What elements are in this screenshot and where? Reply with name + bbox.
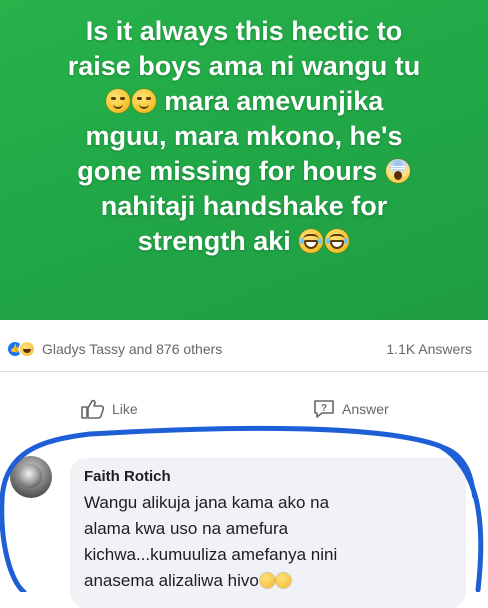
post-text: Is it always this hectic to raise boys a… <box>24 14 464 259</box>
answer-button[interactable]: ? Answer <box>312 398 389 420</box>
smirking-face-icon <box>259 573 275 588</box>
haha-reaction-icon <box>20 342 34 356</box>
comment-line: alama kwa uso na amefura <box>84 519 289 538</box>
post-action-row: Like ? Answer <box>0 392 488 432</box>
post-line: nahitaji handshake for <box>100 191 388 221</box>
post-line-text: mara amevunjika <box>164 86 384 116</box>
reactions-label: Gladys Tassy and 876 others <box>42 341 223 357</box>
post-line-text: gone missing for hours <box>77 156 378 186</box>
comment-line-text: anasema alizaliwa hivo <box>84 571 259 590</box>
smirking-face-icon <box>275 573 291 588</box>
post-line: mara amevunjika <box>24 84 464 119</box>
like-button[interactable]: Like <box>80 398 138 420</box>
comment-text: Wangu alikuja jana kama ako na alama kwa… <box>84 490 452 594</box>
post-line: gone missing for hours <box>24 154 464 189</box>
comment-line: kichwa...kumuuliza amefanya nini <box>84 545 338 564</box>
post-card: Is it always this hectic to raise boys a… <box>0 0 488 320</box>
avatar[interactable] <box>10 456 52 498</box>
post-line: raise boys ama ni wangu tu <box>67 51 421 81</box>
reactions-summary[interactable]: 👍 Gladys Tassy and 876 others <box>8 341 222 357</box>
question-bubble-icon: ? <box>314 400 334 418</box>
smirking-face-icon <box>131 89 156 113</box>
tears-of-joy-icon <box>299 229 324 253</box>
face-screaming-icon <box>385 159 410 183</box>
post-stats-bar: 👍 Gladys Tassy and 876 others 1.1K Answe… <box>0 328 488 372</box>
answer-button-label: Answer <box>342 401 389 417</box>
post-line: strength aki <box>24 224 464 259</box>
comment: Faith Rotich Wangu alikuja jana kama ako… <box>0 440 488 608</box>
smirking-face-icon <box>105 89 130 113</box>
thumbs-up-icon <box>81 399 105 419</box>
svg-text:?: ? <box>321 403 327 414</box>
post-line: Is it always this hectic to <box>85 16 403 46</box>
comment-line: anasema alizaliwa hivo <box>84 568 452 594</box>
like-button-label: Like <box>112 401 138 417</box>
answers-count-link[interactable]: 1.1K Answers <box>386 341 472 357</box>
post-line-text: strength aki <box>137 226 291 256</box>
comment-bubble: Faith Rotich Wangu alikuja jana kama ako… <box>70 458 466 608</box>
tears-of-joy-icon <box>325 229 350 253</box>
comment-line: Wangu alikuja jana kama ako na <box>84 493 330 512</box>
commenter-name[interactable]: Faith Rotich <box>84 468 452 485</box>
post-line: mguu, mara mkono, he's <box>85 121 403 151</box>
